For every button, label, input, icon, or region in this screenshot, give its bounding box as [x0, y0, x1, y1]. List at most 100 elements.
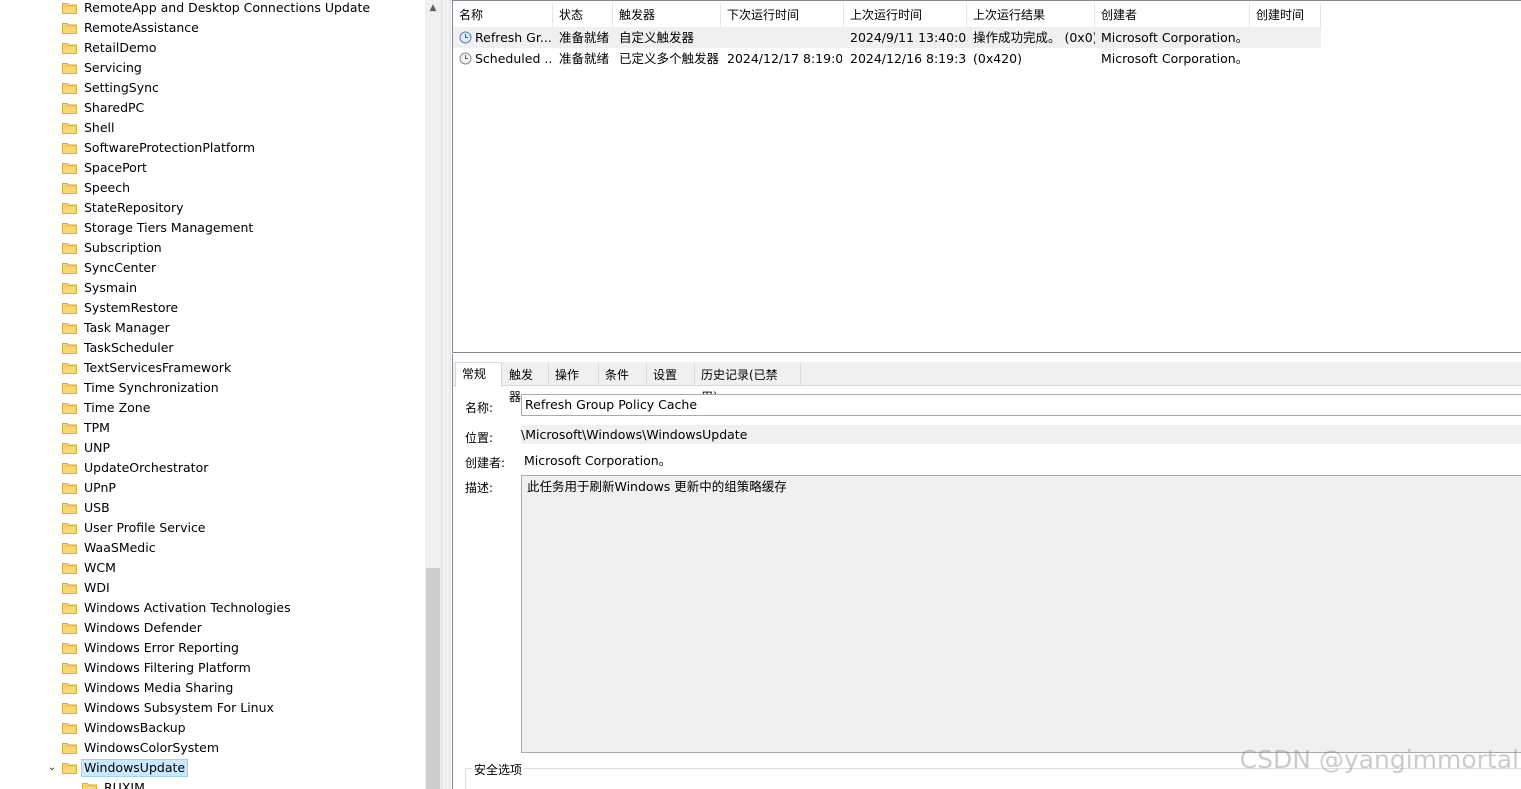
tree-item-label: Storage Tiers Management: [84, 220, 254, 235]
folder-tree[interactable]: RemoteApp and Desktop Connections Update…: [0, 0, 425, 789]
column-header-author[interactable]: 创建者: [1095, 3, 1250, 27]
tab-settings[interactable]: 设置: [647, 364, 695, 386]
folder-icon: [62, 302, 77, 314]
folder-icon: [62, 62, 77, 74]
tree-item[interactable]: Windows Defender: [0, 618, 425, 638]
scrollbar-thumb[interactable]: [426, 568, 440, 789]
tree-item[interactable]: WindowsColorSystem: [0, 738, 425, 758]
tree-scrollbar[interactable]: ▲: [425, 0, 441, 789]
tree-item[interactable]: Servicing: [0, 58, 425, 78]
tree-item[interactable]: Windows Subsystem For Linux: [0, 698, 425, 718]
task-name: Scheduled ...: [475, 51, 551, 66]
tree-item[interactable]: Sysmain: [0, 278, 425, 298]
folder-icon: [62, 342, 77, 354]
tree-item-label: Windows Defender: [84, 620, 202, 635]
task-author: Microsoft Corporation。: [1101, 51, 1249, 66]
tree-item-label: Subscription: [84, 240, 162, 255]
pane-splitter[interactable]: [441, 0, 451, 789]
folder-icon: [82, 782, 97, 789]
tree-item[interactable]: WCM: [0, 558, 425, 578]
tree-item[interactable]: SharedPC: [0, 98, 425, 118]
detail-tab-strip: 常规 触发器 操作 条件 设置 历史记录(已禁用): [453, 362, 1521, 404]
task-row[interactable]: Scheduled ... 准备就绪 已定义多个触发器 2024/12/17 8…: [453, 48, 1321, 69]
tree-item-label: SystemRestore: [84, 300, 179, 315]
folder-icon: [62, 322, 77, 334]
tree-item[interactable]: RemoteAssistance: [0, 18, 425, 38]
folder-icon: [62, 682, 77, 694]
tree-item[interactable]: RetailDemo: [0, 38, 425, 58]
tab-general[interactable]: 常规: [455, 362, 502, 387]
folder-icon: [62, 502, 77, 514]
task-location-value: \Microsoft\Windows\WindowsUpdate: [521, 425, 1521, 444]
tree-item-label: Windows Subsystem For Linux: [84, 700, 274, 715]
task-name-field[interactable]: Refresh Group Policy Cache: [521, 394, 1521, 416]
tree-item[interactable]: UPnP: [0, 478, 425, 498]
folder-icon: [62, 222, 77, 234]
tree-item[interactable]: Storage Tiers Management: [0, 218, 425, 238]
tree-item[interactable]: Speech: [0, 178, 425, 198]
tree-item[interactable]: Windows Filtering Platform: [0, 658, 425, 678]
tree-item[interactable]: Windows Activation Technologies: [0, 598, 425, 618]
folder-icon: [62, 702, 77, 714]
tree-item-label: Sysmain: [84, 280, 138, 295]
folder-icon: [62, 482, 77, 494]
tree-item[interactable]: Shell: [0, 118, 425, 138]
tree-item[interactable]: SpacePort: [0, 158, 425, 178]
task-last-run: 2024/9/11 13:40:00: [850, 30, 967, 45]
folder-icon: [62, 262, 77, 274]
tree-item-label: WindowsColorSystem: [84, 740, 220, 755]
folder-icon: [62, 462, 77, 474]
tree-item[interactable]: Time Synchronization: [0, 378, 425, 398]
tree-item[interactable]: ⌄ WindowsUpdate: [0, 758, 425, 778]
tree-item[interactable]: User Profile Service: [0, 518, 425, 538]
column-header-last-run[interactable]: 上次运行时间: [844, 3, 967, 27]
tree-item[interactable]: Time Zone: [0, 398, 425, 418]
tree-item[interactable]: TPM: [0, 418, 425, 438]
task-description-field[interactable]: 此任务用于刷新Windows 更新中的组策略缓存: [521, 475, 1521, 753]
column-header-status[interactable]: 状态: [553, 3, 613, 27]
tree-item-label: SharedPC: [84, 100, 145, 115]
tree-item[interactable]: StateRepository: [0, 198, 425, 218]
chevron-down-icon[interactable]: ⌄: [46, 762, 58, 774]
tab-triggers[interactable]: 触发器: [503, 364, 549, 404]
tab-actions[interactable]: 操作: [549, 364, 599, 386]
tree-item[interactable]: SettingSync: [0, 78, 425, 98]
tree-item[interactable]: RemoteApp and Desktop Connections Update: [0, 0, 425, 18]
tab-history[interactable]: 历史记录(已禁用): [695, 364, 801, 404]
tree-item-label: SoftwareProtectionPlatform: [84, 140, 256, 155]
tree-item[interactable]: USB: [0, 498, 425, 518]
task-row[interactable]: Refresh Gr... 准备就绪 自定义触发器 2024/9/11 13:4…: [453, 27, 1321, 48]
task-trigger: 已定义多个触发器: [619, 51, 719, 66]
folder-icon: [62, 402, 77, 414]
tree-item[interactable]: Windows Media Sharing: [0, 678, 425, 698]
folder-icon: [62, 362, 77, 374]
tree-item[interactable]: SoftwareProtectionPlatform: [0, 138, 425, 158]
folder-icon: [62, 742, 77, 754]
column-header-next-run[interactable]: 下次运行时间: [721, 3, 844, 27]
tree-item[interactable]: RUXIM: [0, 778, 425, 789]
column-header-name[interactable]: 名称: [453, 3, 553, 27]
folder-icon: [62, 562, 77, 574]
tree-item[interactable]: Subscription: [0, 238, 425, 258]
tree-item[interactable]: WaaSMedic: [0, 538, 425, 558]
tree-item[interactable]: SyncCenter: [0, 258, 425, 278]
column-header-trigger[interactable]: 触发器: [613, 3, 721, 27]
folder-icon: [62, 442, 77, 454]
tree-item[interactable]: SystemRestore: [0, 298, 425, 318]
tree-item[interactable]: UpdateOrchestrator: [0, 458, 425, 478]
tree-item[interactable]: WDI: [0, 578, 425, 598]
tree-item[interactable]: TaskScheduler: [0, 338, 425, 358]
column-header-last-result[interactable]: 上次运行结果: [967, 3, 1095, 27]
tree-item[interactable]: WindowsBackup: [0, 718, 425, 738]
tree-item-label: Windows Media Sharing: [84, 680, 234, 695]
tree-item[interactable]: UNP: [0, 438, 425, 458]
task-last-result: 操作成功完成。 (0x0): [973, 30, 1095, 45]
tree-item-label: RUXIM: [104, 780, 145, 789]
tree-item[interactable]: Task Manager: [0, 318, 425, 338]
tree-item[interactable]: Windows Error Reporting: [0, 638, 425, 658]
column-header-created[interactable]: 创建时间: [1250, 3, 1321, 27]
tree-item[interactable]: TextServicesFramework: [0, 358, 425, 378]
scroll-up-arrow-icon[interactable]: ▲: [425, 0, 441, 16]
tab-conditions[interactable]: 条件: [599, 364, 647, 386]
tree-item-label: UPnP: [84, 480, 116, 495]
